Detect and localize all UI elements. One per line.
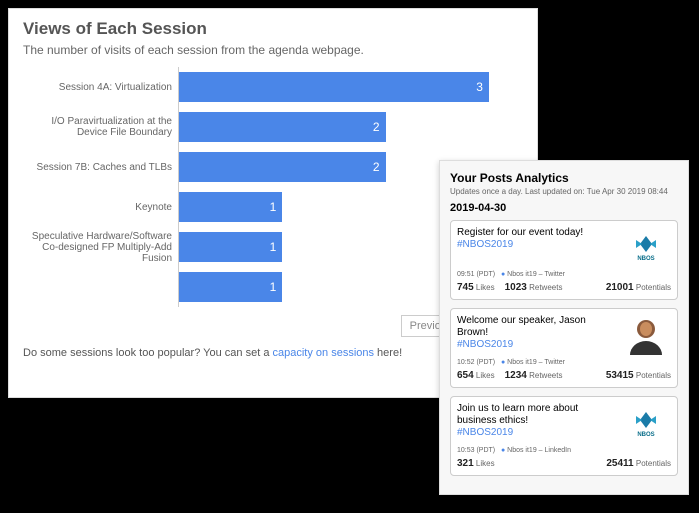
post-card[interactable]: Join us to learn more about business eth… [450,396,678,476]
post-stats: 321 Likes 25411 Potentials [457,458,671,469]
post-meta: 09:51 (PDT) ● Nbos it19 – Twitter [457,271,671,278]
chart-title: Views of Each Session [23,19,523,39]
posts-subtitle: Updates once a day. Last updated on: Tue… [450,187,678,196]
hashtag[interactable]: #NBOS2019 [457,427,513,438]
nbos-logo: NBOS [621,403,671,443]
post-meta: 10:53 (PDT) ● Nbos it19 – LinkedIn [457,447,671,454]
svg-text:NBOS: NBOS [637,256,654,262]
hashtag[interactable]: #NBOS2019 [457,339,513,350]
svg-text:NBOS: NBOS [637,432,654,438]
y-label: Session 4A: Virtualization [23,67,172,107]
y-label: I/O Paravirtualization at the Device Fil… [23,107,172,147]
post-card[interactable]: Welcome our speaker, Jason Brown!#NBOS20… [450,308,678,388]
post-text: Register for our event today!#NBOS2019 [457,227,615,267]
capacity-link[interactable]: capacity on sessions [273,347,375,359]
y-label: Session 7B: Caches and TLBs [23,147,172,187]
posts-title: Your Posts Analytics [450,171,678,185]
y-label: Speculative Hardware/Software Co-designe… [23,227,172,267]
posts-date: 2019-04-30 [450,202,678,214]
post-text: Welcome our speaker, Jason Brown!#NBOS20… [457,315,615,355]
bar[interactable]: 2 [179,112,386,142]
posts-analytics-panel: Your Posts Analytics Updates once a day.… [439,160,689,495]
post-stats: 745 Likes 1023 Retweets 21001 Potentials [457,282,671,293]
bar[interactable]: 1 [179,272,282,302]
post-card[interactable]: Register for our event today!#NBOS2019 N… [450,220,678,300]
bar[interactable]: 2 [179,152,386,182]
hashtag[interactable]: #NBOS2019 [457,239,513,250]
bar[interactable]: 1 [179,232,282,262]
nbos-logo: NBOS [621,227,671,267]
post-meta: 10:52 (PDT) ● Nbos it19 – Twitter [457,359,671,366]
bar[interactable]: 3 [179,72,489,102]
speaker-avatar [621,315,671,355]
chart-subtitle: The number of visits of each session fro… [23,43,523,57]
y-label: Keynote [23,187,172,227]
bar[interactable]: 1 [179,192,282,222]
y-label [23,267,172,307]
post-stats: 654 Likes 1234 Retweets 53415 Potentials [457,370,671,381]
post-text: Join us to learn more about business eth… [457,403,615,443]
